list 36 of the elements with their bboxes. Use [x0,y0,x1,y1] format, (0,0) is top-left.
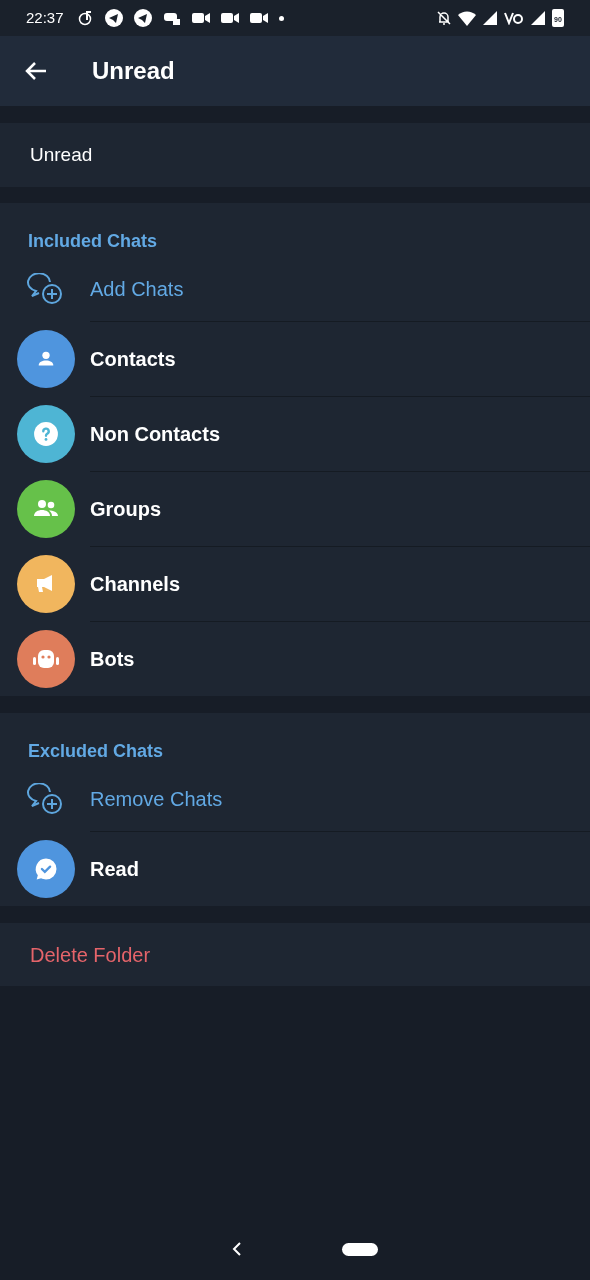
video-camera-icon [220,12,239,24]
add-chats-button[interactable]: Add Chats [0,257,590,321]
back-arrow-icon [25,61,47,81]
signal-icon [482,10,498,26]
chat-type-item[interactable]: Groups [0,471,590,546]
chat-type-item[interactable]: Read [0,831,590,906]
back-nav-icon[interactable] [232,1242,242,1256]
chat-type-item[interactable]: Channels [0,546,590,621]
status-time: 22:37 [26,7,64,28]
window-title: Unread [92,56,175,86]
chat-type-label: Bots [90,647,135,672]
section-title: Excluded Chats [27,740,165,763]
chat-type-item[interactable]: Non Contacts [0,396,590,471]
add-chat-icon [26,273,64,305]
chat-type-label: Read [90,857,139,882]
video-camera-icon [249,12,268,24]
send-icon [133,9,152,27]
add-chat-icon [26,783,64,815]
chat-type-item[interactable]: Bots [0,621,590,696]
chat-type-label: Non Contacts [90,422,220,447]
chat-type-item[interactable]: Contacts [0,321,590,396]
muted-bell-icon [436,10,452,26]
signal-icon [530,10,546,26]
wifi-icon [458,10,476,26]
home-pill[interactable] [342,1242,378,1256]
video-camera-icon [191,12,210,24]
send-icon [104,9,123,27]
folder-name-field[interactable]: Unread [0,123,590,187]
section-title: Included Chats [27,230,158,253]
chat-type-label: Contacts [90,347,176,372]
question-icon [33,420,59,447]
add-chats-button[interactable]: Remove Chats [0,767,590,831]
chat-type-label: Groups [90,497,162,522]
chat-type-label: Channels [90,572,181,597]
volte-icon [504,11,524,25]
delete-folder-button[interactable]: Delete Folder [0,923,590,986]
